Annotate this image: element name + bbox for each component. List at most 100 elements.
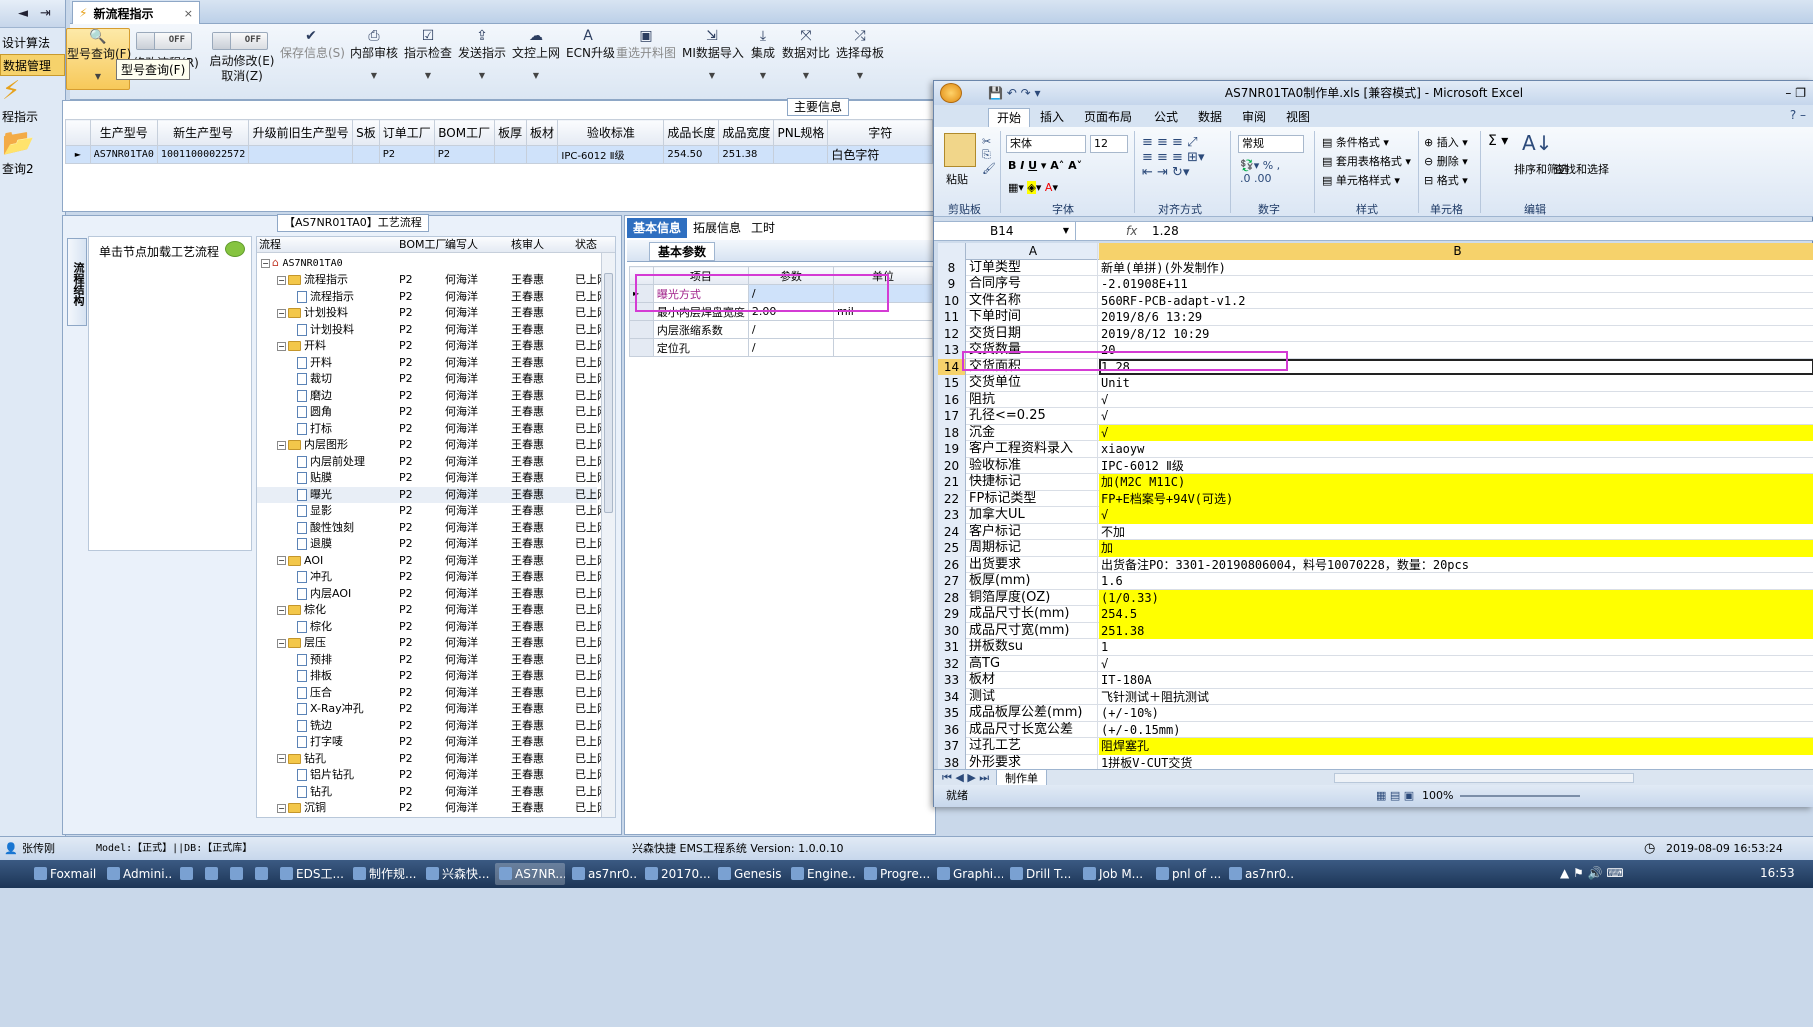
sheet-row[interactable]: 17 孔径<=0.25 √	[938, 408, 1813, 425]
find-select-button[interactable]: 查找和选择	[1554, 163, 1609, 177]
row-number[interactable]: 11	[938, 309, 966, 326]
sheet-row[interactable]: 23 加拿大UL √	[938, 507, 1813, 524]
cell-a[interactable]: 阻抗	[967, 391, 1098, 408]
cell[interactable]	[248, 145, 354, 164]
start-modify-button[interactable]: 启动修改(E) 取消(Z)	[206, 54, 278, 84]
sheet-row[interactable]: 16 阻抗 √	[938, 391, 1813, 408]
tree-row[interactable]: 打标 P2 何海洋 王春惠 已上网	[257, 421, 608, 438]
cell-a[interactable]: 测试	[967, 688, 1098, 705]
sheet-row[interactable]: 21 快捷标记 加(M2C M11C)	[938, 474, 1813, 491]
column-header[interactable]: 订单工厂	[378, 119, 435, 146]
quick-access-icon[interactable]: 💾 ↶ ↷ ▾	[988, 81, 1041, 105]
cell-b[interactable]: 飞针测试＋阻抗测试	[1099, 689, 1813, 706]
mi-import-button[interactable]: ⇲ MI数据导入 ▼	[682, 28, 744, 80]
scroll-thumb[interactable]	[604, 273, 613, 513]
taskbar-item[interactable]: Job M...	[1079, 863, 1149, 885]
number-buttons[interactable]: 💱▾ % , .0 .00	[1240, 159, 1280, 185]
column-header[interactable]: 核审人	[511, 237, 544, 253]
column-header[interactable]: 生产型号	[89, 119, 158, 146]
taskbar-item[interactable]: as7nr0...	[568, 863, 638, 885]
cell-b[interactable]: FP+E档案号+94V(可选)	[1099, 490, 1813, 507]
column-header[interactable]: 成品长度	[663, 119, 720, 146]
cell-b[interactable]: (+/-0.15mm)	[1099, 722, 1813, 739]
cell-b[interactable]: 254.5	[1099, 606, 1813, 623]
taskbar-item[interactable]: 制作规...	[349, 863, 419, 885]
row-number[interactable]: 35	[938, 705, 966, 722]
column-header[interactable]: 新生产型号	[156, 119, 250, 146]
row-number[interactable]: 18	[938, 424, 966, 441]
cell-a[interactable]: 板材	[967, 672, 1098, 689]
row-number[interactable]: 23	[938, 507, 966, 524]
sheet-row[interactable]: 12 交货日期 2019/8/12 10:29	[938, 325, 1813, 342]
collapse-icon[interactable]: −	[261, 258, 270, 268]
taskbar-item[interactable]	[251, 863, 273, 885]
cell-a[interactable]: 铜箔厚度(OZ)	[967, 589, 1098, 606]
tab-review[interactable]: 审阅	[1234, 108, 1274, 126]
tree-row[interactable]: 圆角 P2 何海洋 王春惠 已上网	[257, 404, 608, 421]
column-header[interactable]: S板	[352, 119, 380, 146]
row-number[interactable]: 32	[938, 655, 966, 672]
tab-insert[interactable]: 插入	[1032, 108, 1072, 126]
row-number[interactable]: 34	[938, 688, 966, 705]
column-header[interactable]: 板材	[525, 119, 559, 146]
tree-row[interactable]: 内层AOI P2 何海洋 王春惠 已上网	[257, 586, 608, 603]
cell-a[interactable]: 客户标记	[967, 523, 1098, 540]
cell-b[interactable]: 加(M2C M11C)	[1099, 474, 1813, 491]
collapse-icon[interactable]: −	[277, 308, 286, 318]
clipboard-icons[interactable]: ✂ ⎘ 🖌	[982, 135, 996, 175]
paste-button[interactable]: 粘贴	[946, 171, 968, 187]
data-compare-button[interactable]: ⤧ 数据对比 ▼	[782, 28, 830, 80]
sheet-row[interactable]: 9 合同序号 -2.01908E+11	[938, 276, 1813, 293]
cell-a[interactable]: 孔径<=0.25	[967, 408, 1098, 425]
ecn-upgrade-button[interactable]: A ECN升级	[566, 28, 615, 61]
tab-work-hours[interactable]: 工时	[745, 218, 781, 238]
row-number[interactable]: 30	[938, 622, 966, 639]
sheet-row[interactable]: 18 沉金 √	[938, 424, 1813, 441]
sheet-row[interactable]: 24 客户标记 不加	[938, 523, 1813, 540]
tree-row[interactable]: 压合 P2 何海洋 王春惠 已上网	[257, 685, 608, 702]
column-header[interactable]: 字符	[827, 119, 933, 146]
row-number[interactable]: 27	[938, 573, 966, 590]
sort-filter-icon[interactable]: A↓	[1522, 131, 1552, 155]
sheet-row[interactable]: 27 板厚(mm) 1.6	[938, 573, 1813, 590]
taskbar-item[interactable]: Admini...	[103, 863, 173, 885]
row-number[interactable]: 31	[938, 639, 966, 656]
formula-input[interactable]: 1.28	[1152, 222, 1179, 240]
tab-basic-info[interactable]: 基本信息	[627, 218, 688, 238]
taskbar-item[interactable]: EDS工...	[276, 863, 346, 885]
tree-row[interactable]: 计划投料 P2 何海洋 王春惠 已上网	[257, 322, 608, 339]
nav-item-data-management[interactable]: 数据管理	[0, 54, 65, 76]
row-number[interactable]: 26	[938, 556, 966, 573]
cell[interactable]: P2	[433, 145, 495, 164]
cell-b[interactable]: Unit	[1099, 375, 1813, 392]
taskbar-item[interactable]: AS7NR...	[495, 863, 565, 885]
sheet-row[interactable]: 25 周期标记加	[938, 540, 1813, 557]
dropdown-icon[interactable]: ▼	[1063, 222, 1069, 240]
cell-b[interactable]: 1	[1099, 639, 1813, 656]
sheet-row[interactable]: 33 板材 IT-180A	[938, 672, 1813, 689]
column-header[interactable]: 板厚	[493, 119, 527, 146]
font-style-buttons[interactable]: B I U ▾ A˄ A˅	[1008, 159, 1082, 172]
cell-b[interactable]: √	[1099, 656, 1813, 673]
nav-item-algorithm[interactable]: 设计算法	[0, 32, 65, 54]
doc-control-button[interactable]: ☁ 文控上网 ▼	[512, 28, 560, 80]
row-number[interactable]: 22	[938, 490, 966, 507]
send-instruction-button[interactable]: ⇪ 发送指示 ▼	[458, 28, 506, 80]
cell-b[interactable]: √	[1099, 424, 1813, 441]
collapse-icon[interactable]: −	[277, 341, 286, 351]
fx-icon[interactable]: fx	[1126, 222, 1137, 240]
cell-b[interactable]: (1/0.33)	[1099, 589, 1813, 606]
cell-b[interactable]: 阻焊塞孔	[1099, 738, 1813, 755]
cell-a[interactable]: 成品尺寸宽(mm)	[967, 622, 1098, 639]
tray-icons[interactable]: ▲ ⚑ 🔊 ⌨	[1560, 866, 1624, 880]
row-number[interactable]: 15	[938, 375, 966, 392]
row-number[interactable]: 17	[938, 408, 966, 425]
cell-a[interactable]: 成品板厚公差(mm)	[967, 705, 1098, 722]
subtab-basic-params[interactable]: 基本参数	[649, 242, 716, 261]
row-number[interactable]: 8	[938, 259, 966, 276]
cell[interactable]: 10011000022572	[156, 145, 250, 164]
login-icon[interactable]: ⇥	[40, 6, 51, 21]
tree-row[interactable]: 打字唛 P2 何海洋 王春惠 已上网	[257, 734, 608, 751]
tab-home[interactable]: 开始	[988, 108, 1031, 127]
sheet-row[interactable]: 35 成品板厚公差(mm) (+/-10%)	[938, 705, 1813, 722]
